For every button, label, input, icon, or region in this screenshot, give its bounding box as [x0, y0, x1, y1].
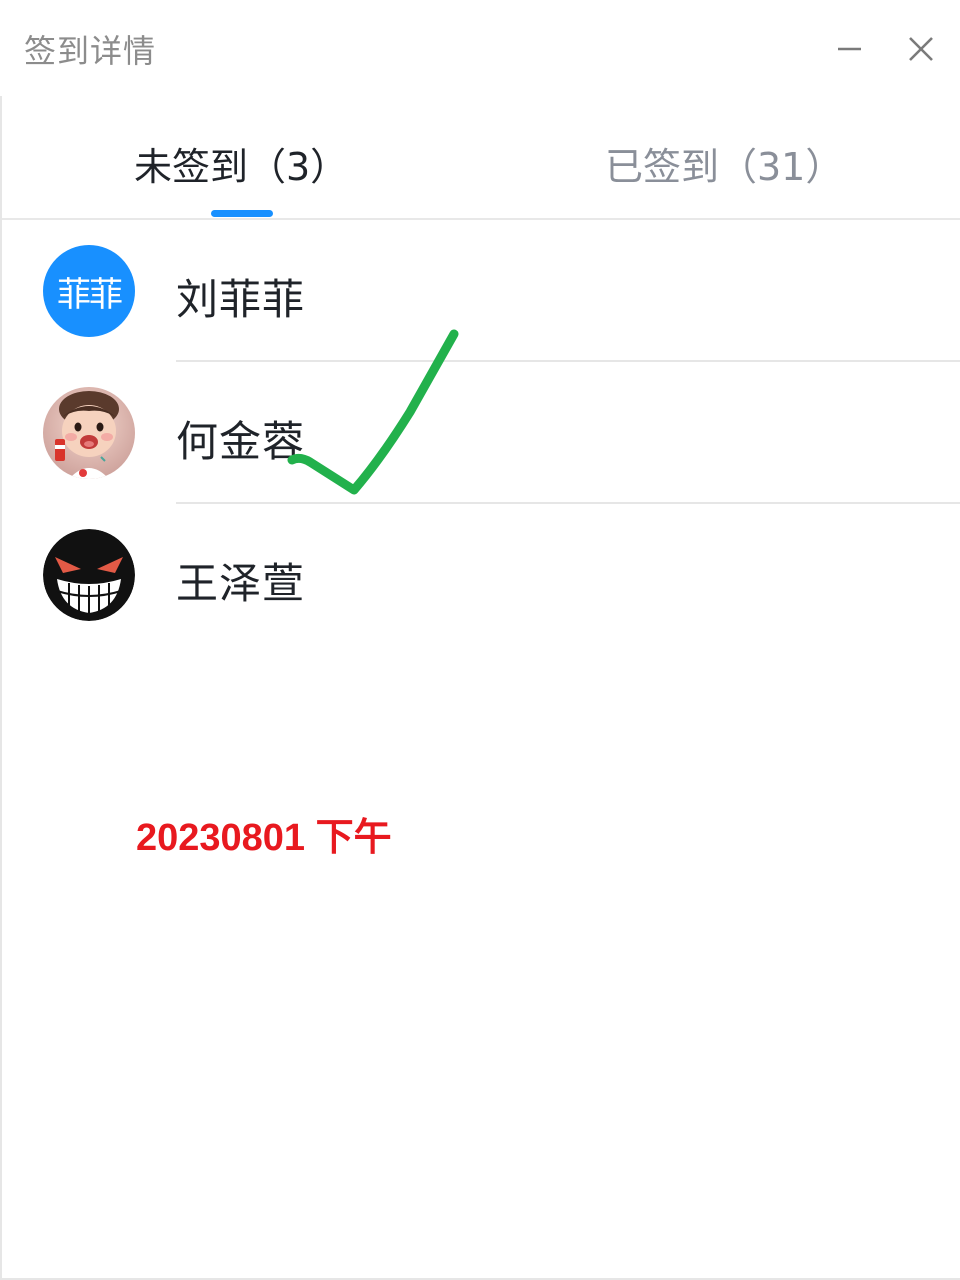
close-button[interactable] [897, 24, 945, 72]
list-item[interactable]: 菲菲 刘菲菲 [2, 220, 960, 362]
close-icon [909, 37, 933, 61]
minimize-icon [838, 47, 861, 51]
tab-not-signed-in[interactable]: 未签到（3） [134, 136, 348, 191]
grinning-face-avatar [43, 529, 135, 621]
member-name: 王泽萱 [176, 559, 306, 608]
sign-in-details-window: 签到详情 未签到（3） 已签到（31） 菲菲 刘菲菲 何金蓉 王泽萱 20230… [0, 0, 960, 1280]
tab-signed-in[interactable]: 已签到（31） [605, 136, 843, 191]
member-name: 何金蓉 [176, 417, 306, 466]
list-item[interactable]: 何金蓉 [2, 362, 960, 504]
title-bar: 签到详情 [0, 0, 960, 96]
avatar: 菲菲 [43, 245, 135, 337]
date-annotation: 20230801 下午 [136, 817, 392, 859]
tab-bar: 未签到（3） 已签到（31） [2, 96, 960, 220]
member-name: 刘菲菲 [176, 275, 306, 324]
list-item[interactable]: 王泽萱 [2, 504, 960, 646]
minimize-button[interactable] [825, 24, 873, 72]
window-title: 签到详情 [24, 32, 157, 70]
member-list: 菲菲 刘菲菲 何金蓉 王泽萱 [2, 220, 960, 646]
child-photo-avatar [43, 387, 135, 479]
active-tab-indicator [211, 210, 273, 217]
